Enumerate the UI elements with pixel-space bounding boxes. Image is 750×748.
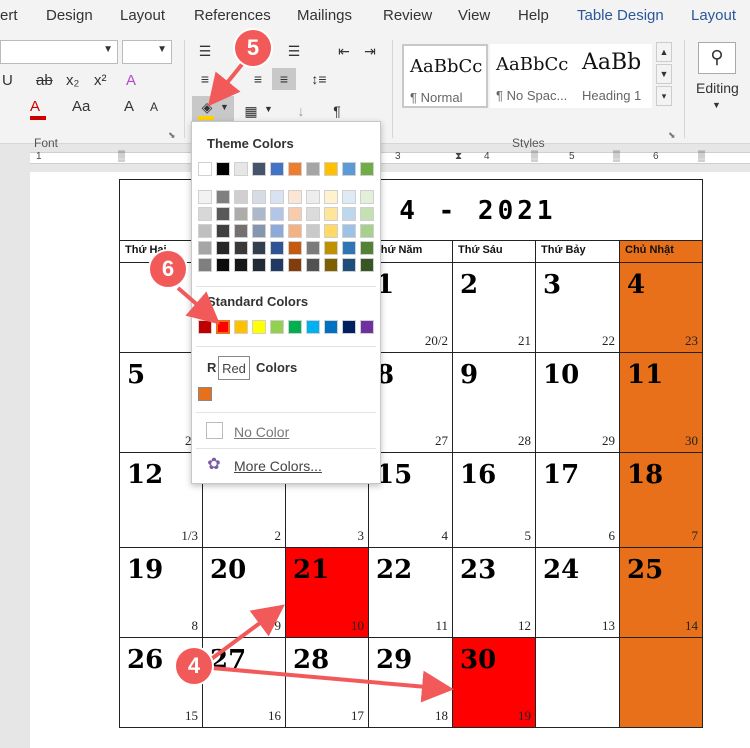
arrow-to-cell-21	[208, 604, 285, 662]
step-badge-5: 5	[233, 28, 273, 68]
arrow-to-red	[176, 286, 221, 325]
step-badge-4: 4	[174, 646, 214, 686]
step-badge-6: 6	[148, 249, 188, 289]
arrow-to-cell-30	[211, 666, 454, 703]
annotation-arrows	[176, 50, 454, 703]
